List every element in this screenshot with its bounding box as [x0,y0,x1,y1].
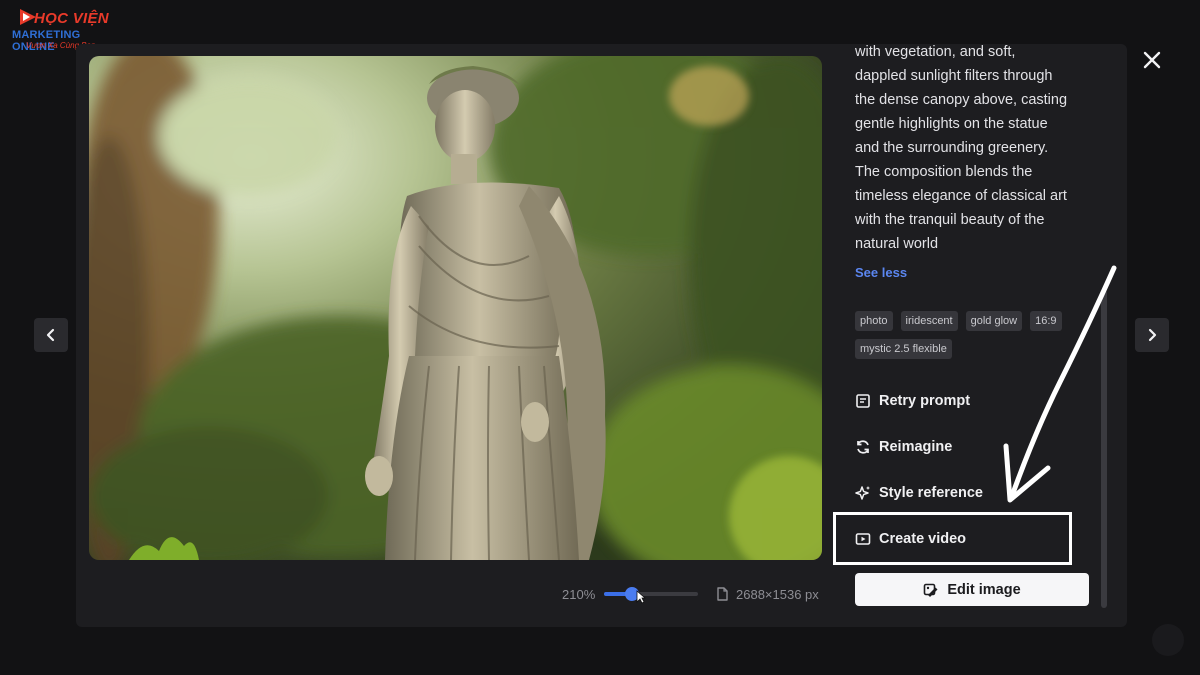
description-line: dappled sunlight filters through [855,68,1053,84]
close-button[interactable] [1140,48,1164,72]
tag-photo[interactable]: photo [855,311,893,331]
retry-prompt-button[interactable]: Retry prompt [855,389,970,413]
dimensions-label: 2688×1536 px [736,586,819,602]
description-line: with vegetation, and soft, [855,44,1016,60]
description-line: The composition blends the [855,164,1033,180]
description-line: and the surrounding greenery. [855,140,1049,156]
highlight-annotation [833,512,1072,565]
refresh-icon [857,440,869,454]
retry-prompt-icon [856,394,870,408]
reimagine-button[interactable]: Reimagine [855,435,952,459]
sparkle-icon [855,486,870,500]
tag-aspect-ratio[interactable]: 16:9 [1030,311,1062,331]
style-reference-label: Style reference [879,485,983,501]
description-line: natural world [855,236,939,252]
image-dimensions: 2688×1536 px [716,587,819,602]
statue-forest-illustration [89,56,822,560]
tag-gold-glow[interactable]: gold glow [965,311,1023,331]
zoom-controls: 210% 2688×1536 px [562,582,824,606]
reimagine-label: Reimagine [879,439,953,455]
prompt-description: with vegetation, and soft, dappled sunlig… [855,44,1095,258]
chevron-left-icon [46,328,55,342]
description-line: with the tranquil beauty of the [855,212,1045,228]
zoom-slider[interactable] [604,587,698,601]
file-icon [717,587,728,601]
style-reference-button[interactable]: Style reference [855,481,983,505]
close-icon [1143,51,1161,69]
edit-image-button[interactable]: Edit image [855,573,1089,606]
description-line: the dense canopy above, casting [855,92,1068,108]
logo-line-1: HỌC VIỆN [34,10,109,27]
panel-scrollbar[interactable] [1101,290,1107,608]
generated-image[interactable] [89,56,822,560]
help-button[interactable] [1152,624,1184,656]
tag-model[interactable]: mystic 2.5 flexible [855,339,952,359]
next-image-button[interactable] [1135,318,1169,352]
edit-image-label: Edit image [947,581,1021,598]
chevron-right-icon [1148,328,1157,342]
tag-iridescent[interactable]: iridescent [900,311,958,331]
previous-image-button[interactable] [34,318,68,352]
tag-list: photo iridescent gold glow 16:9 mystic 2… [855,311,1075,359]
description-line: timeless elegance of classical art [855,188,1067,204]
see-less-link[interactable]: See less [855,265,907,280]
description-line: gentle highlights on the statue [855,116,1048,132]
zoom-level: 210% [562,586,596,602]
retry-prompt-label: Retry prompt [879,393,971,409]
mouse-cursor-icon [636,590,646,604]
edit-image-icon [924,583,938,597]
